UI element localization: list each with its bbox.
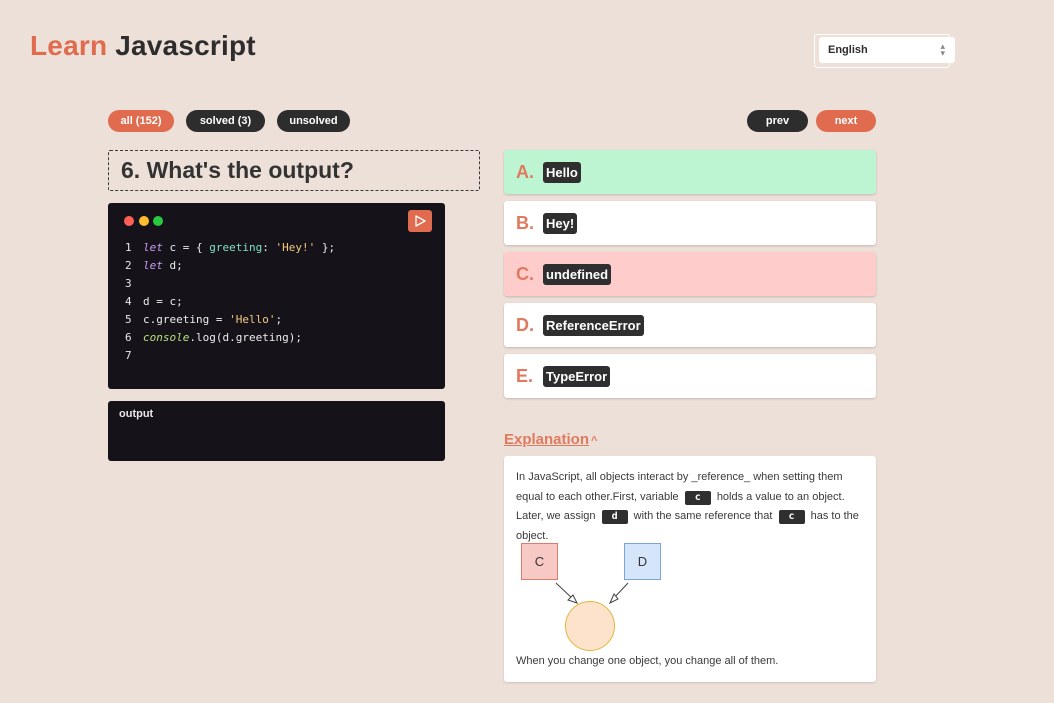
line-number: 4	[125, 295, 132, 308]
code-chip-d: d	[601, 510, 628, 524]
code-token: let	[143, 241, 163, 254]
question-title: 6. What's the output?	[108, 150, 480, 191]
select-caret-icon: ▴ ▾	[940, 41, 945, 58]
diagram-object-circle	[565, 601, 615, 651]
code-token: let	[143, 259, 163, 272]
line-number: 1	[125, 241, 132, 254]
language-selected: English	[828, 44, 868, 56]
explanation-toggle-label: Explanation	[504, 431, 590, 448]
code-line: 5 c.greeting = 'Hello';	[125, 311, 335, 329]
option-answer: Hello	[543, 161, 581, 183]
language-select[interactable]: English ▴ ▾	[819, 37, 955, 63]
code-editor: 1 let c = { greeting: 'Hey!' }; 2 let d; 3…	[108, 203, 445, 389]
code-line: 3	[125, 275, 335, 293]
option-b[interactable]: B. Hey!	[504, 201, 876, 245]
line-number: 3	[125, 277, 132, 290]
explanation-toggle[interactable]: Explanation ^	[504, 431, 597, 448]
filter-solved-button[interactable]: solved (3)	[186, 110, 265, 132]
code-token: c = {	[162, 241, 210, 254]
line-number: 6	[125, 331, 132, 344]
filter-all-button[interactable]: all (152)	[108, 110, 174, 132]
option-answer: Hey!	[543, 212, 578, 234]
code-line: 2 let d;	[125, 257, 335, 275]
logo-javascript: Javascript	[115, 30, 256, 61]
filter-unsolved-button[interactable]: unsolved	[277, 110, 350, 132]
option-d[interactable]: D. ReferenceError	[504, 303, 876, 347]
window-minimize-dot	[139, 216, 149, 226]
option-answer: TypeError	[543, 365, 611, 387]
code-token: .log(d.greeting);	[189, 331, 302, 344]
option-letter: B.	[516, 212, 534, 233]
code-chip-c: c	[684, 490, 711, 505]
code-token: 'Hello'	[229, 313, 276, 326]
option-answer: undefined	[543, 263, 612, 285]
window-close-dot	[124, 216, 134, 226]
line-number: 5	[125, 313, 132, 326]
diagram-label-c: C	[535, 554, 544, 569]
logo-learn: Learn	[30, 30, 108, 61]
code-token: d = c;	[143, 295, 183, 308]
code-token: d;	[162, 259, 183, 272]
code-lines: 1 let c = { greeting: 'Hey!' }; 2 let d; 3…	[125, 239, 335, 365]
code-line: 6 console.log(d.greeting);	[125, 329, 335, 347]
option-a[interactable]: A. Hello	[504, 150, 876, 194]
option-answer: ReferenceError	[543, 314, 644, 336]
output-panel: output	[108, 401, 445, 461]
chevron-up-icon: ^	[591, 435, 598, 447]
language-select-wrapper: English ▴ ▾	[814, 34, 955, 68]
code-token: console	[143, 331, 190, 344]
prev-button[interactable]: prev	[747, 110, 808, 132]
option-letter: D.	[516, 314, 534, 335]
explanation-panel: In JavaScript, all objects interact by _…	[504, 456, 876, 682]
code-token: :	[262, 241, 276, 254]
explanation-sentence: with the same reference that	[633, 510, 773, 522]
explanation-footer: When you change one object, you change a…	[516, 655, 779, 667]
option-e[interactable]: E. TypeError	[504, 354, 876, 398]
app-logo[interactable]: Learn Javascript	[30, 30, 256, 62]
code-token: ;	[275, 313, 283, 326]
output-label: output	[119, 408, 154, 420]
code-line: 4 d = c;	[125, 293, 335, 311]
option-c[interactable]: C. undefined	[504, 252, 876, 296]
option-letter: A.	[516, 161, 534, 182]
diagram-label-d: D	[638, 554, 647, 569]
code-token: greeting	[209, 241, 263, 254]
next-button[interactable]: next	[816, 110, 876, 132]
line-number: 2	[125, 259, 132, 272]
option-letter: E.	[516, 365, 534, 386]
window-maximize-dot	[153, 216, 163, 226]
code-line: 7	[125, 347, 335, 365]
code-line: 1 let c = { greeting: 'Hey!' };	[125, 239, 335, 257]
reference-diagram: C D	[521, 543, 661, 651]
option-letter: C.	[516, 263, 534, 284]
line-number: 7	[125, 349, 132, 362]
explanation-text: In JavaScript, all objects interact by _…	[516, 468, 866, 546]
run-button[interactable]	[408, 210, 432, 232]
code-chip-c: c	[778, 510, 805, 524]
code-token: 'Hey!'	[275, 241, 316, 254]
play-icon	[415, 215, 426, 227]
code-token: };	[315, 241, 336, 254]
code-token: c.greeting =	[143, 313, 230, 326]
